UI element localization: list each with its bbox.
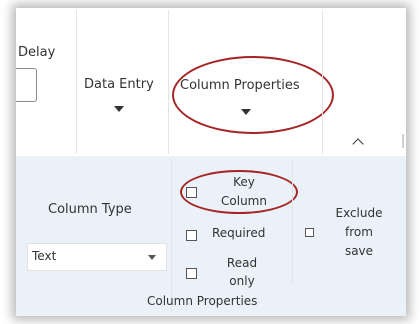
group-label: Column Properties bbox=[147, 294, 258, 308]
column-type-label: Column Type bbox=[48, 202, 132, 217]
exclude-label-line3: save bbox=[344, 244, 374, 258]
read-only-label-line2: only bbox=[229, 274, 255, 288]
ribbon-window: Delay Data Entry Column Properties Colum… bbox=[16, 8, 406, 316]
column-properties-button[interactable]: Column Properties bbox=[170, 8, 322, 154]
divider bbox=[292, 160, 293, 284]
required-label: Required bbox=[212, 226, 266, 240]
key-column-label-line1: Key bbox=[233, 175, 255, 189]
column-properties-panel: Column Type Text Key Column Required Rea… bbox=[16, 156, 406, 316]
scrollbar-edge bbox=[402, 134, 404, 148]
divider bbox=[168, 10, 169, 154]
column-type-value: Text bbox=[32, 249, 57, 263]
read-only-label-line1: Read bbox=[226, 256, 258, 270]
data-entry-label: Data Entry bbox=[84, 77, 154, 92]
column-properties-label: Column Properties bbox=[180, 78, 300, 93]
exclude-label-line1: Exclude bbox=[335, 206, 383, 220]
required-checkbox[interactable] bbox=[186, 230, 197, 241]
read-only-checkbox[interactable] bbox=[186, 268, 197, 279]
ribbon-top: Delay Data Entry Column Properties bbox=[16, 8, 406, 157]
delay-input[interactable] bbox=[16, 68, 37, 102]
divider bbox=[322, 10, 323, 154]
chevron-down-icon bbox=[114, 106, 124, 112]
divider bbox=[171, 160, 172, 312]
column-type-select[interactable]: Text bbox=[27, 243, 167, 271]
key-column-checkbox[interactable] bbox=[186, 187, 197, 198]
exclude-label-line2: from bbox=[345, 225, 373, 239]
key-column-label-line2: Column bbox=[221, 194, 267, 208]
delay-label: Delay bbox=[18, 45, 56, 60]
data-entry-button[interactable]: Data Entry bbox=[78, 8, 168, 154]
divider bbox=[76, 10, 77, 154]
dropdown-caret-icon bbox=[148, 255, 156, 260]
exclude-from-save-checkbox[interactable] bbox=[305, 228, 314, 237]
collapse-ribbon-icon[interactable] bbox=[352, 138, 364, 150]
chevron-down-icon bbox=[241, 109, 251, 115]
